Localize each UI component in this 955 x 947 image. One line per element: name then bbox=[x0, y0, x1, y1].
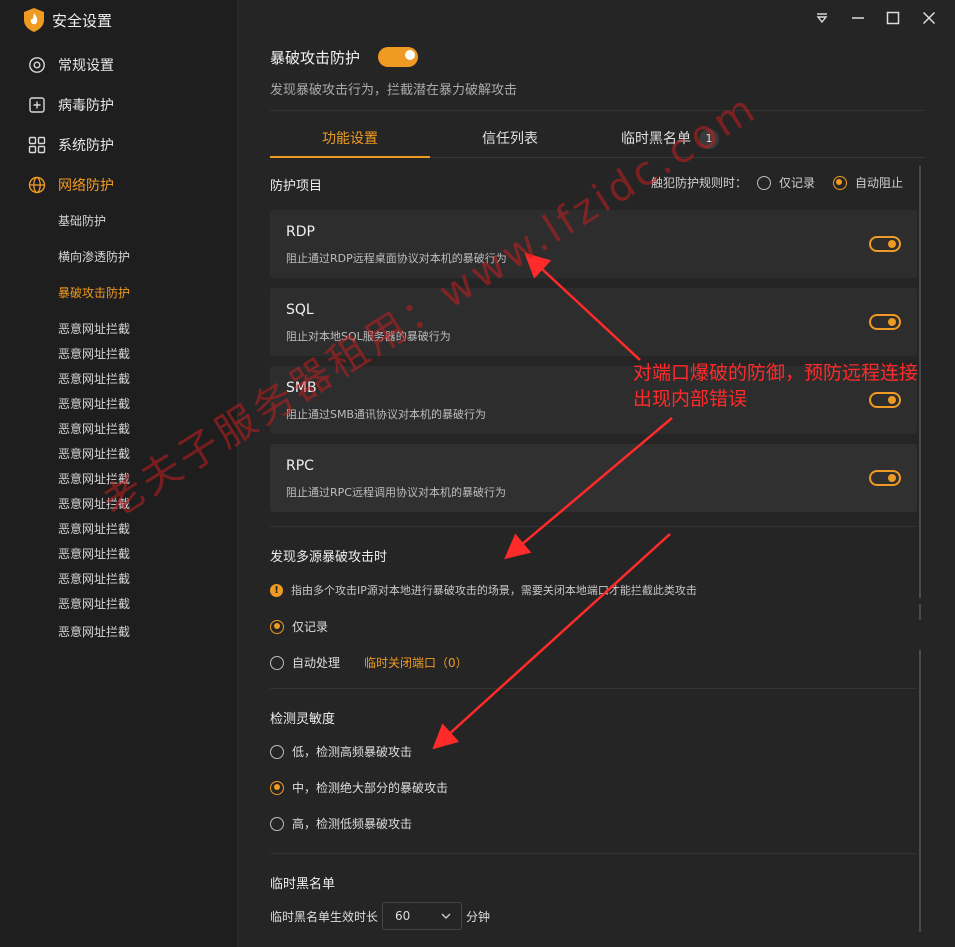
info-icon: ! bbox=[270, 583, 283, 597]
scrollbar-thumb[interactable] bbox=[919, 166, 921, 598]
sensitivity-medium-option[interactable]: 中，检测绝大部分的暴破攻击 bbox=[270, 779, 448, 796]
subnav-malicious-url[interactable]: 恶意网址拦截 bbox=[58, 570, 130, 588]
app-logo-icon bbox=[24, 8, 44, 32]
subnav-malicious-url[interactable]: 恶意网址拦截 bbox=[58, 623, 130, 641]
annotation-text: 对端口爆破的防御，预防远程连接 出现内部错误 bbox=[633, 360, 918, 412]
grid-icon bbox=[28, 136, 46, 154]
plus-box-icon bbox=[29, 97, 45, 113]
multi-source-record-option[interactable]: 仅记录 bbox=[270, 618, 328, 635]
rdp-toggle[interactable] bbox=[869, 236, 901, 252]
subnav-malicious-url[interactable]: 恶意网址拦截 bbox=[58, 420, 130, 438]
duration-value: 60 bbox=[395, 909, 411, 923]
gear-icon bbox=[29, 57, 45, 73]
subnav-lateral[interactable]: 横向渗透防护 bbox=[58, 248, 130, 266]
sensitivity-low-option[interactable]: 低，检测高频暴破攻击 bbox=[270, 743, 412, 760]
option-label: 高，检测低频暴破攻击 bbox=[292, 817, 413, 831]
tab-label: 功能设置 bbox=[322, 131, 378, 147]
divider bbox=[270, 688, 917, 689]
multi-source-auto-option[interactable]: 自动处理 临时关闭端口（0） bbox=[270, 654, 468, 671]
blacklist-heading: 临时黑名单 bbox=[270, 877, 336, 892]
annotation-line: 出现内部错误 bbox=[633, 388, 748, 410]
policy-record-only-radio[interactable] bbox=[756, 175, 771, 190]
option-label: 自动处理 bbox=[292, 656, 341, 670]
tab-trust-list[interactable]: 信任列表 bbox=[430, 124, 590, 158]
tab-label: 信任列表 bbox=[482, 131, 538, 147]
globe-icon bbox=[28, 176, 46, 194]
subnav-malicious-url[interactable]: 恶意网址拦截 bbox=[58, 345, 130, 363]
divider bbox=[270, 526, 917, 527]
sensitivity-high-radio[interactable] bbox=[270, 816, 284, 831]
subnav-malicious-url[interactable]: 恶意网址拦截 bbox=[58, 370, 130, 388]
protection-heading: 防护项目 bbox=[270, 179, 323, 194]
violation-policy: 触犯防护规则时： 仅记录 自动阻止 bbox=[651, 174, 903, 191]
duration-select[interactable]: 60 bbox=[382, 902, 462, 930]
policy-auto-block-radio[interactable] bbox=[832, 175, 847, 190]
subnav-malicious-url[interactable]: 恶意网址拦截 bbox=[58, 395, 130, 413]
item-description: 阻止通过SMB通讯协议对本机的暴破行为 bbox=[286, 408, 487, 421]
info-text: 指由多个攻击IP源对本地进行暴破攻击的场景，需要关闭本地端口才能拦截此类攻击 bbox=[291, 584, 697, 597]
subnav-bruteforce[interactable]: 暴破攻击防护 bbox=[58, 284, 130, 302]
subnav-malicious-url[interactable]: 恶意网址拦截 bbox=[58, 545, 130, 563]
tab-bar: 功能设置 信任列表 临时黑名单 1 bbox=[270, 124, 925, 158]
chevron-down-icon bbox=[441, 913, 451, 919]
sidebar-item-label: 系统防护 bbox=[58, 138, 114, 154]
divider bbox=[270, 853, 917, 854]
feature-description: 发现暴破攻击行为，拦截潜在暴力破解攻击 bbox=[270, 83, 518, 98]
record-only-radio[interactable] bbox=[270, 619, 284, 634]
rpc-toggle[interactable] bbox=[869, 470, 901, 486]
sidebar-item-virus[interactable]: 病毒防护 bbox=[28, 93, 114, 117]
protection-item-rpc: RPC 阻止通过RPC远程调用协议对本机的暴破行为 bbox=[270, 444, 917, 512]
blacklist-duration-label: 临时黑名单生效时长 bbox=[270, 910, 379, 924]
sidebar-item-label: 常规设置 bbox=[58, 58, 114, 74]
tab-function-settings[interactable]: 功能设置 bbox=[270, 124, 430, 158]
subnav-malicious-url[interactable]: 恶意网址拦截 bbox=[58, 320, 130, 338]
multi-source-info: ! 指由多个攻击IP源对本地进行暴破攻击的场景，需要关闭本地端口才能拦截此类攻击 bbox=[270, 582, 697, 598]
scrollbar-segment[interactable] bbox=[919, 650, 921, 932]
sidebar-item-general[interactable]: 常规设置 bbox=[28, 53, 114, 77]
policy-option-label: 自动阻止 bbox=[854, 176, 903, 190]
app-title: 安全设置 bbox=[52, 11, 113, 30]
subnav-basic[interactable]: 基础防护 bbox=[58, 212, 106, 230]
scrollbar-segment[interactable] bbox=[919, 604, 921, 620]
sensitivity-heading: 检测灵敏度 bbox=[270, 712, 336, 727]
item-name: RDP bbox=[286, 224, 315, 240]
item-name: RPC bbox=[286, 458, 314, 474]
option-label: 低，检测高频暴破攻击 bbox=[292, 745, 413, 759]
annotation-line: 对端口爆破的防御，预防远程连接 bbox=[633, 362, 919, 384]
item-description: 阻止通过RPC远程调用协议对本机的暴破行为 bbox=[286, 486, 506, 499]
feature-master-toggle[interactable] bbox=[378, 47, 418, 67]
close-port-link[interactable]: 临时关闭端口（0） bbox=[364, 654, 468, 671]
duration-unit: 分钟 bbox=[466, 910, 491, 924]
option-label: 中，检测绝大部分的暴破攻击 bbox=[292, 781, 449, 795]
sensitivity-high-option[interactable]: 高，检测低频暴破攻击 bbox=[270, 815, 412, 832]
sensitivity-medium-radio[interactable] bbox=[270, 780, 284, 795]
subnav-malicious-url[interactable]: 恶意网址拦截 bbox=[58, 595, 130, 613]
main-panel: 暴破攻击防护 发现暴破攻击行为，拦截潜在暴力破解攻击 功能设置 信任列表 临时黑… bbox=[238, 0, 955, 947]
sidebar-item-network[interactable]: 网络防护 bbox=[28, 173, 114, 197]
sql-toggle[interactable] bbox=[869, 314, 901, 330]
option-label: 仅记录 bbox=[292, 620, 329, 634]
auto-handle-radio[interactable] bbox=[270, 655, 284, 670]
policy-option-label: 仅记录 bbox=[778, 176, 815, 190]
sidebar-item-system[interactable]: 系统防护 bbox=[28, 133, 114, 157]
item-name: SQL bbox=[286, 302, 314, 318]
feature-title: 暴破攻击防护 bbox=[270, 49, 361, 67]
divider bbox=[270, 110, 925, 111]
sidebar-item-label: 网络防护 bbox=[58, 178, 114, 194]
app-title-bar: 安全设置 bbox=[24, 7, 112, 33]
sidebar-item-label: 病毒防护 bbox=[58, 98, 114, 114]
multi-source-heading: 发现多源暴破攻击时 bbox=[270, 550, 388, 565]
sensitivity-low-radio[interactable] bbox=[270, 744, 284, 759]
